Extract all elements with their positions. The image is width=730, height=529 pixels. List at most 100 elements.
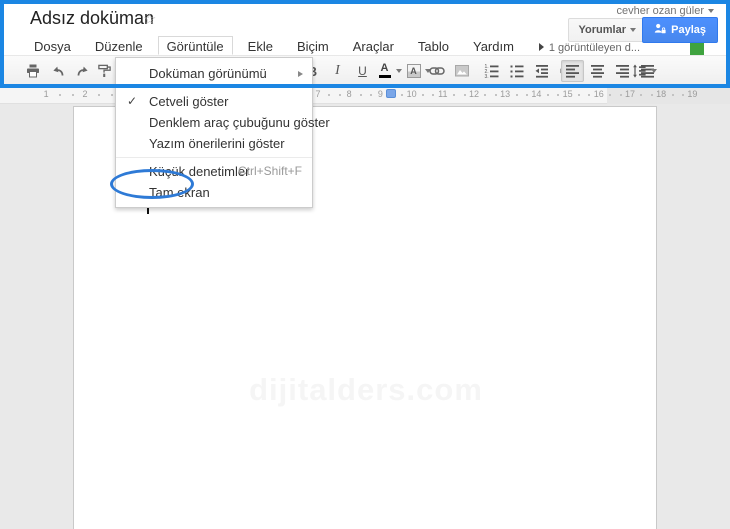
ruler-tick xyxy=(619,94,622,96)
comments-button[interactable]: Yorumlar xyxy=(567,18,647,42)
ruler-number: 16 xyxy=(593,89,604,99)
menubar-item-biçim[interactable]: Biçim xyxy=(288,36,338,55)
insert-image-icon[interactable] xyxy=(450,60,473,82)
indent-marker[interactable] xyxy=(386,89,396,98)
menu-separator xyxy=(116,87,312,88)
highlight-color-icon[interactable]: A xyxy=(405,60,422,82)
print-icon[interactable] xyxy=(21,60,44,82)
account-menu[interactable]: cevher ozan güler xyxy=(617,5,714,17)
view-menu-item-dok-man-g-r-n-m-[interactable]: Doküman görünümü xyxy=(116,63,312,84)
document-canvas: dijitalders.com xyxy=(0,105,730,529)
insert-link-icon[interactable] xyxy=(425,60,448,82)
ruler-tick xyxy=(97,94,100,96)
line-spacing-dropdown-icon[interactable] xyxy=(651,69,657,73)
person-lock-icon xyxy=(654,23,666,34)
ruler-tick xyxy=(640,94,643,96)
menu-item-label: Denklem araç çubuğunu göster xyxy=(149,115,330,130)
menubar-item-dosya[interactable]: Dosya xyxy=(25,36,80,55)
menubar-item-yardım[interactable]: Yardım xyxy=(464,36,523,55)
view-menu-item-k-k-denetimler[interactable]: Küçük denetimler Ctrl+Shift+F xyxy=(116,161,312,182)
ruler-tick xyxy=(494,94,497,96)
toolbar-group xyxy=(630,59,659,83)
checkmark-icon: ✓ xyxy=(127,94,138,108)
ruler-tick xyxy=(546,94,549,96)
menu-separator xyxy=(116,157,312,158)
italic-icon[interactable]: I xyxy=(326,60,349,82)
view-menu-item-denklem-ara-ubu-unu-g-ster[interactable]: Denklem araç çubuğunu göster xyxy=(116,112,330,133)
svg-text:3.: 3. xyxy=(484,74,488,79)
menubar-item-araçlar[interactable]: Araçlar xyxy=(344,36,403,55)
ruler-tick xyxy=(401,94,404,96)
underline-icon[interactable]: U xyxy=(351,60,374,82)
ruler-tick xyxy=(578,94,580,96)
text-color-dropdown-icon[interactable] xyxy=(396,69,402,73)
ruler: 12345678910111213141516171819 xyxy=(0,86,730,104)
numbered-list-icon[interactable]: 1. 2. 3. xyxy=(480,60,503,82)
account-name: cevher ozan güler xyxy=(616,5,704,17)
outdent-icon[interactable] xyxy=(530,60,553,82)
view-menu-dropdown: Doküman görünümü Cetveli göster ✓ Denklem a… xyxy=(115,57,330,208)
ruler-tick xyxy=(453,94,456,96)
menu-item-label: Tam ekran xyxy=(149,185,210,200)
menubar: Dosya Düzenle Görüntüle Ekle Biçim Araçlar Tab… xyxy=(22,36,526,55)
view-menu-item-tam-ekran[interactable]: Tam ekran xyxy=(116,182,312,203)
ruler-tick xyxy=(338,94,341,96)
undo-icon[interactable] xyxy=(46,60,69,82)
chevron-down-icon xyxy=(630,28,636,33)
ruler-number: 8 xyxy=(346,89,352,99)
menu-item-label: Küçük denetimler xyxy=(149,164,250,179)
document-title[interactable]: Adsız doküman xyxy=(30,8,154,29)
ruler-tick xyxy=(359,94,362,96)
align-center-icon[interactable] xyxy=(586,60,609,82)
submenu-arrow-icon xyxy=(298,71,303,77)
toolbar-group xyxy=(424,59,474,83)
expand-triangle-icon xyxy=(538,43,544,51)
redo-icon[interactable] xyxy=(71,60,94,82)
share-button[interactable]: Paylaş xyxy=(642,17,718,43)
menubar-item-düzenle[interactable]: Düzenle xyxy=(86,36,152,55)
menubar-item-tablo[interactable]: Tablo xyxy=(409,36,458,55)
shortcut-label: Ctrl+Shift+F xyxy=(237,164,302,178)
view-menu-item-yaz-m-nerilerini-g-ster[interactable]: Yazım önerilerini göster xyxy=(116,133,312,154)
ruler-number: 2 xyxy=(82,89,88,99)
ruler-number: 1 xyxy=(43,89,49,99)
ruler-tick xyxy=(515,94,518,96)
chevron-down-icon xyxy=(708,9,714,14)
toolbar-group xyxy=(20,59,124,83)
ruler-number: 18 xyxy=(656,89,667,99)
ruler-tick xyxy=(432,94,435,96)
line-spacing-icon[interactable] xyxy=(631,60,648,82)
ruler-tick xyxy=(72,94,75,96)
align-left-icon[interactable] xyxy=(561,60,584,82)
ruler-number: 14 xyxy=(531,89,542,99)
ruler-number: 9 xyxy=(377,89,383,99)
menu-item-label: Cetveli göster xyxy=(149,94,229,109)
ruler-tick xyxy=(370,94,372,96)
ruler-tick xyxy=(59,94,62,96)
paint-format-icon[interactable] xyxy=(96,60,113,82)
view-menu-item-cetveli-g-ster[interactable]: Cetveli göster ✓ xyxy=(116,91,312,112)
viewers-indicator[interactable]: 1 görüntüleyen d... xyxy=(538,42,640,54)
header: Adsız doküman ☆ cevher ozan güler Yoruml… xyxy=(0,0,730,57)
ruler-number: 7 xyxy=(315,89,321,99)
ruler-tick xyxy=(588,94,591,96)
ruler-tick xyxy=(110,94,113,96)
ruler-number: 10 xyxy=(406,89,417,99)
toolbar: BIUAA 1.2.3. xyxy=(0,55,730,85)
ruler-tick xyxy=(463,94,466,96)
ruler-tick xyxy=(484,94,487,96)
ruler-tick xyxy=(650,94,653,96)
menu-item-label: Yazım önerilerini göster xyxy=(149,136,285,151)
ruler-tick xyxy=(557,94,560,96)
watermark: dijitalders.com xyxy=(249,372,483,407)
toolbar-group: BIUAA xyxy=(300,59,433,83)
ruler-number: 19 xyxy=(687,89,698,99)
ruler-tick xyxy=(671,94,674,96)
ruler-tick xyxy=(682,94,684,96)
bulleted-list-icon[interactable] xyxy=(505,60,528,82)
star-icon[interactable]: ☆ xyxy=(143,10,156,28)
ruler-tick xyxy=(609,94,612,96)
menubar-item-ekle[interactable]: Ekle xyxy=(239,36,282,55)
text-color-icon[interactable]: A xyxy=(376,60,393,82)
menubar-item-görüntüle[interactable]: Görüntüle xyxy=(157,36,233,55)
